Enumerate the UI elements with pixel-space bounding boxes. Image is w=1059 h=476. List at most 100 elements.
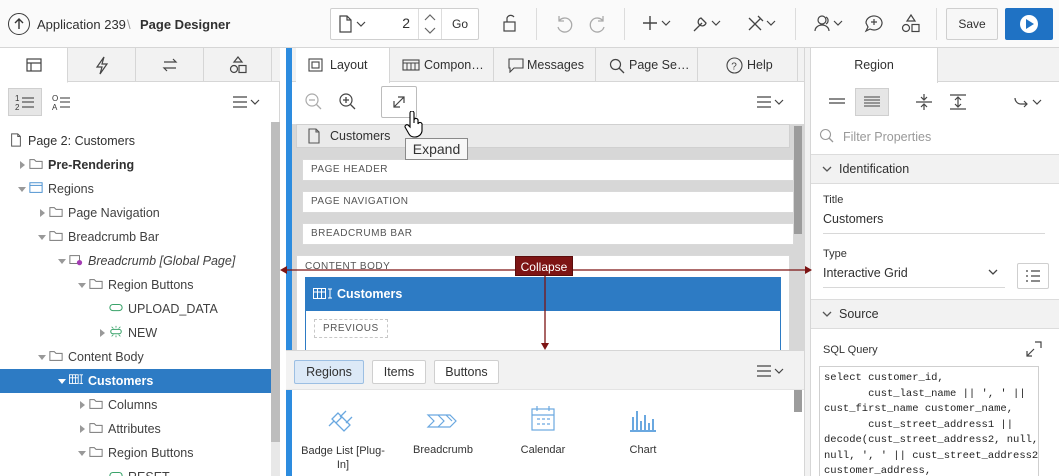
tree-collapsed-toggle-icon[interactable] [20, 161, 25, 169]
breadcrumb-bar-region[interactable]: BREADCRUMB BAR [302, 223, 794, 245]
create-menu-icon[interactable] [640, 12, 674, 36]
zoom-in-icon[interactable] [338, 92, 358, 112]
sql-query-editor[interactable]: select customer_id, cust_last_name || ',… [819, 366, 1039, 476]
code-editor-expand-icon[interactable] [1025, 340, 1043, 358]
chart-icon [630, 411, 656, 432]
layout-scrollbar-thumb[interactable] [794, 126, 802, 234]
page-region-header[interactable]: Customers [296, 124, 790, 148]
tree-node[interactable]: Customers [0, 369, 271, 393]
team-development-icon[interactable] [812, 12, 846, 36]
tree-collapsed-toggle-icon[interactable] [100, 329, 105, 337]
layout-menu-icon[interactable] [754, 92, 788, 112]
sort-alphabetical-button[interactable]: OA [48, 88, 78, 116]
go-to-group-icon[interactable] [1011, 90, 1047, 114]
gallery-tab-buttons[interactable]: Buttons [434, 360, 499, 384]
tab-components[interactable]: Compon… [390, 48, 494, 82]
title-field[interactable]: Customers [823, 212, 1045, 234]
collapse-all-icon[interactable] [911, 90, 937, 114]
tab-shared-components[interactable] [204, 48, 272, 82]
tree-node[interactable]: Regions [0, 177, 271, 201]
tab-components-label: Compon… [424, 58, 484, 72]
show-all-button[interactable] [855, 88, 889, 116]
filter-properties-input[interactable]: Filter Properties [843, 130, 931, 144]
go-button[interactable]: Go [441, 9, 478, 39]
tree-node[interactable]: Region Buttons [0, 273, 271, 297]
tab-help[interactable]: ? Help [698, 48, 798, 82]
tree-node[interactable]: Page Navigation [0, 201, 271, 225]
save-button[interactable]: Save [946, 8, 998, 40]
gallery-item-calendar[interactable]: Calendar [498, 391, 588, 476]
tree-node[interactable]: Content Body [0, 345, 271, 369]
type-select[interactable]: Interactive Grid [823, 266, 1005, 288]
tree-node[interactable]: UPLOAD_DATA [0, 297, 271, 321]
tree-expanded-toggle-icon[interactable] [58, 379, 66, 384]
tab-dynamic-actions[interactable] [68, 48, 136, 82]
show-common-icon[interactable] [823, 90, 853, 114]
tree-expanded-toggle-icon[interactable] [38, 355, 46, 360]
tree-scrollbar-thumb[interactable] [271, 122, 280, 442]
tree-expanded-toggle-icon[interactable] [78, 283, 86, 288]
tree-expanded-toggle-icon[interactable] [58, 259, 66, 264]
tree-expanded-toggle-icon[interactable] [38, 235, 46, 240]
tree-node[interactable]: Region Buttons [0, 441, 271, 465]
tree-node[interactable]: Breadcrumb [Global Page] [0, 249, 271, 273]
tree-node[interactable]: Attributes [0, 417, 271, 441]
type-list-button[interactable] [1017, 263, 1049, 289]
tree-node[interactable]: Breadcrumb Bar [0, 225, 271, 249]
tree-folder-icon [89, 279, 103, 289]
tab-messages[interactable]: Messages [494, 48, 596, 82]
expand-all-icon[interactable] [945, 90, 971, 114]
tree-button-new-icon [110, 325, 122, 338]
gallery-item-breadcrumb[interactable]: Breadcrumb [398, 391, 488, 476]
gallery-scrollbar-thumb[interactable] [794, 390, 802, 412]
page-number-stepper[interactable] [418, 9, 440, 39]
gallery-item-badge-list[interactable]: Badge List [Plug-In] [298, 391, 388, 476]
left-pane-menu-icon[interactable] [230, 92, 264, 112]
shared-components-icon[interactable] [899, 12, 923, 36]
run-page-button[interactable] [1005, 8, 1053, 40]
gallery-item-chart[interactable]: Chart [598, 391, 688, 476]
tree-breadcrumb-icon [69, 255, 83, 266]
tree-node[interactable]: Columns [0, 393, 271, 417]
shared-components-tools-icon[interactable] [745, 12, 781, 36]
tree-expanded-toggle-icon[interactable] [18, 187, 26, 192]
tab-region[interactable]: Region [811, 48, 938, 83]
comments-icon[interactable] [862, 12, 886, 36]
page-header-region[interactable]: PAGE HEADER [302, 159, 794, 181]
gallery-tab-regions[interactable]: Regions [294, 360, 364, 384]
chevron-down-icon [822, 311, 832, 317]
source-heading: Source [839, 307, 879, 321]
zoom-out-icon[interactable] [304, 92, 324, 112]
gallery-items: Badge List [Plug-In] Breadcrumb Calendar… [292, 391, 792, 476]
tree-node[interactable]: Pre-Rendering [0, 153, 271, 177]
gallery-menu-icon[interactable] [754, 361, 788, 381]
application-link[interactable]: Application 239 [37, 17, 126, 32]
app-up-arrow-icon[interactable] [8, 13, 30, 35]
tree-node[interactable]: RESET [0, 465, 271, 476]
page-navigation-region[interactable]: PAGE NAVIGATION [302, 191, 794, 213]
tree-collapsed-toggle-icon[interactable] [80, 401, 85, 409]
lock-icon[interactable] [499, 12, 523, 36]
redo-icon[interactable] [586, 12, 610, 36]
page-icon[interactable] [336, 14, 366, 34]
toolbar-divider [624, 8, 625, 40]
tree-collapsed-toggle-icon[interactable] [40, 209, 45, 217]
tree-expanded-toggle-icon[interactable] [78, 451, 86, 456]
identification-section-header[interactable]: Identification [811, 154, 1059, 184]
gallery-item-label: Calendar [520, 444, 566, 456]
tab-layout[interactable]: Layout [296, 48, 390, 83]
tree-collapsed-toggle-icon[interactable] [80, 425, 85, 433]
tab-processing[interactable] [136, 48, 204, 82]
tab-page-search[interactable]: Page Se… [596, 48, 698, 82]
tab-messages-label: Messages [527, 58, 584, 72]
tree-node[interactable]: NEW [0, 321, 271, 345]
tab-rendering[interactable] [0, 48, 68, 83]
source-section-header[interactable]: Source [811, 299, 1059, 329]
svg-text:A: A [52, 103, 58, 112]
page-number-input[interactable]: 2 [370, 15, 410, 31]
gallery-tab-items[interactable]: Items [372, 360, 426, 384]
sort-by-order-button[interactable]: 12 [8, 88, 42, 116]
utilities-wrench-icon[interactable] [690, 12, 726, 36]
tree-node[interactable]: Page 2: Customers [0, 129, 271, 153]
undo-icon[interactable] [552, 12, 576, 36]
